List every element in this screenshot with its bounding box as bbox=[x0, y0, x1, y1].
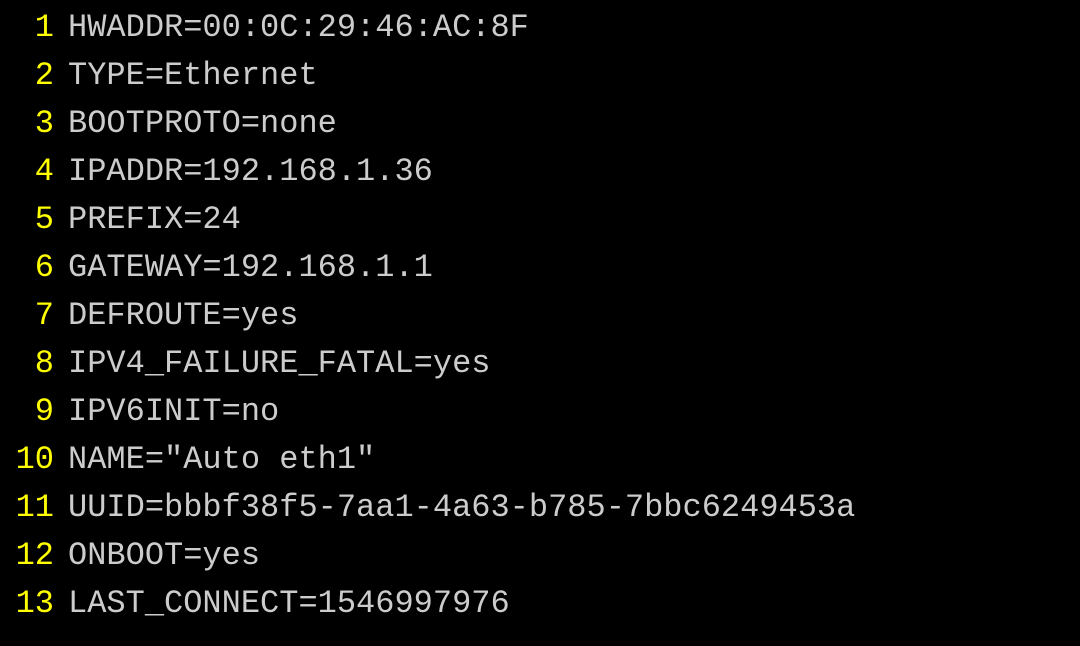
line-content: IPADDR=192.168.1.36 bbox=[68, 148, 433, 196]
line-content: DEFROUTE=yes bbox=[68, 292, 298, 340]
line-content: LAST_CONNECT=1546997976 bbox=[68, 580, 510, 628]
line-number: 1 bbox=[0, 4, 68, 52]
code-line[interactable]: 6 GATEWAY=192.168.1.1 bbox=[0, 244, 1080, 292]
line-content: PREFIX=24 bbox=[68, 196, 241, 244]
line-content: IPV6INIT=no bbox=[68, 388, 279, 436]
line-number: 3 bbox=[0, 100, 68, 148]
line-number: 6 bbox=[0, 244, 68, 292]
line-number: 9 bbox=[0, 388, 68, 436]
code-line[interactable]: 8 IPV4_FAILURE_FATAL=yes bbox=[0, 340, 1080, 388]
code-line[interactable]: 12 ONBOOT=yes bbox=[0, 532, 1080, 580]
line-content: IPV4_FAILURE_FATAL=yes bbox=[68, 340, 490, 388]
line-number: 8 bbox=[0, 340, 68, 388]
line-number: 11 bbox=[0, 484, 68, 532]
code-line[interactable]: 1 HWADDR=00:0C:29:46:AC:8F bbox=[0, 4, 1080, 52]
line-number: 5 bbox=[0, 196, 68, 244]
line-number: 12 bbox=[0, 532, 68, 580]
code-line[interactable]: 13 LAST_CONNECT=1546997976 bbox=[0, 580, 1080, 628]
line-number: 2 bbox=[0, 52, 68, 100]
code-line[interactable]: 7 DEFROUTE=yes bbox=[0, 292, 1080, 340]
line-content: ONBOOT=yes bbox=[68, 532, 260, 580]
line-number: 10 bbox=[0, 436, 68, 484]
code-editor[interactable]: 1 HWADDR=00:0C:29:46:AC:8F 2 TYPE=Ethern… bbox=[0, 4, 1080, 628]
code-line[interactable]: 11 UUID=bbbf38f5-7aa1-4a63-b785-7bbc6249… bbox=[0, 484, 1080, 532]
line-content: UUID=bbbf38f5-7aa1-4a63-b785-7bbc6249453… bbox=[68, 484, 855, 532]
line-number: 13 bbox=[0, 580, 68, 628]
line-content: NAME="Auto eth1" bbox=[68, 436, 375, 484]
line-content: GATEWAY=192.168.1.1 bbox=[68, 244, 433, 292]
line-content: TYPE=Ethernet bbox=[68, 52, 318, 100]
code-line[interactable]: 3 BOOTPROTO=none bbox=[0, 100, 1080, 148]
code-line[interactable]: 10 NAME="Auto eth1" bbox=[0, 436, 1080, 484]
line-number: 4 bbox=[0, 148, 68, 196]
code-line[interactable]: 2 TYPE=Ethernet bbox=[0, 52, 1080, 100]
code-line[interactable]: 9 IPV6INIT=no bbox=[0, 388, 1080, 436]
line-number: 7 bbox=[0, 292, 68, 340]
line-content: BOOTPROTO=none bbox=[68, 100, 337, 148]
code-line[interactable]: 5 PREFIX=24 bbox=[0, 196, 1080, 244]
line-content: HWADDR=00:0C:29:46:AC:8F bbox=[68, 4, 529, 52]
code-line[interactable]: 4 IPADDR=192.168.1.36 bbox=[0, 148, 1080, 196]
